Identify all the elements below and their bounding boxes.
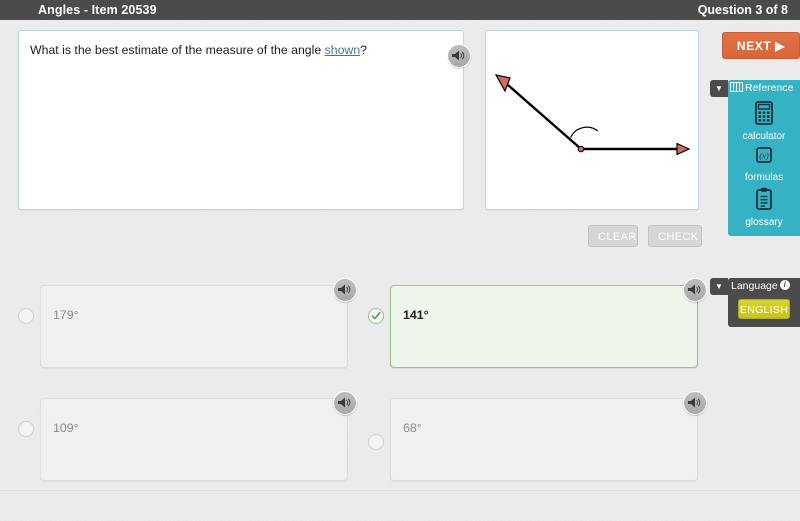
reference-panel: Reference calculator (x) formulas glossa… xyxy=(728,80,800,236)
page-title: Angles - Item 20539 xyxy=(38,3,157,17)
action-row: CLEAR CHECK xyxy=(588,225,708,249)
speaker-icon-option-d[interactable] xyxy=(683,391,707,415)
speaker-icon-option-c[interactable] xyxy=(333,391,357,415)
reference-item-calculator[interactable]: calculator xyxy=(728,97,800,142)
radio-option-b[interactable] xyxy=(368,308,384,324)
reference-item-formulas[interactable]: (x) formulas xyxy=(728,142,800,183)
question-panel: What is the best estimate of the measure… xyxy=(18,30,464,210)
question-text-after: ? xyxy=(360,43,367,57)
arrowhead-right xyxy=(676,142,691,156)
language-collapse-toggle[interactable]: ▼ xyxy=(710,278,728,295)
language-panel: Language i ENGLISH xyxy=(728,278,800,327)
next-button[interactable]: NEXT ▶ xyxy=(722,32,800,59)
reference-item-glossary[interactable]: glossary xyxy=(728,183,800,228)
speaker-icon xyxy=(688,397,701,408)
reference-item-glossary-label: glossary xyxy=(745,217,783,228)
reference-collapse-toggle[interactable]: ▼ xyxy=(710,80,728,97)
svg-text:(x): (x) xyxy=(759,150,769,160)
speaker-icon-option-a[interactable] xyxy=(333,278,357,302)
language-header: Language i xyxy=(728,278,800,295)
speaker-icon-option-b[interactable] xyxy=(683,278,707,302)
question-text-before: What is the best estimate of the measure… xyxy=(30,43,325,57)
check-button[interactable]: CHECK xyxy=(648,225,702,247)
speaker-icon xyxy=(338,397,351,408)
check-icon xyxy=(371,312,381,320)
speaker-icon xyxy=(338,284,351,295)
option-a[interactable]: 179° xyxy=(40,285,348,368)
vertex-point xyxy=(577,145,585,153)
reference-item-calculator-label: calculator xyxy=(742,131,786,142)
arrowhead-upleft xyxy=(494,74,511,93)
assessment-app: Angles - Item 20539 Question 3 of 8 What… xyxy=(0,0,800,521)
option-c[interactable]: 109° xyxy=(40,398,348,481)
option-c-label: 109° xyxy=(53,421,79,435)
reference-title: Reference xyxy=(745,82,794,94)
info-icon[interactable]: i xyxy=(779,280,790,291)
reference-icon xyxy=(730,82,743,93)
speaker-icon xyxy=(688,284,701,295)
language-english-button[interactable]: ENGLISH xyxy=(738,299,790,319)
figure-panel xyxy=(485,30,699,210)
speaker-icon xyxy=(452,50,465,61)
angle-arc xyxy=(570,126,599,138)
calculator-icon xyxy=(755,101,773,125)
radio-option-a[interactable] xyxy=(18,308,34,324)
reference-item-formulas-label: formulas xyxy=(744,172,784,183)
ray-upleft xyxy=(507,84,582,150)
question-shown-link[interactable]: shown xyxy=(325,43,361,57)
option-b[interactable]: 141° xyxy=(390,285,698,368)
option-a-label: 179° xyxy=(53,308,79,322)
right-sidebar: NEXT ▶ ▼ Reference calculator (x) formul… xyxy=(710,20,800,521)
question-text: What is the best estimate of the measure… xyxy=(30,42,450,58)
angle-diagram xyxy=(494,74,691,156)
speaker-icon-question[interactable] xyxy=(447,44,471,68)
option-d-label: 68° xyxy=(403,421,422,435)
option-d[interactable]: 68° xyxy=(390,398,698,481)
clear-button[interactable]: CLEAR xyxy=(588,225,638,247)
radio-option-d[interactable] xyxy=(368,434,384,450)
radio-option-c[interactable] xyxy=(18,421,34,437)
app-header: Angles - Item 20539 Question 3 of 8 xyxy=(0,0,800,20)
reference-header: Reference xyxy=(728,80,800,97)
glossary-icon xyxy=(756,187,772,210)
option-b-label: 141° xyxy=(403,308,429,322)
footer-divider xyxy=(0,490,800,491)
question-counter: Question 3 of 8 xyxy=(697,3,788,17)
main-content: What is the best estimate of the measure… xyxy=(0,20,710,521)
formulas-icon: (x) xyxy=(756,147,772,163)
language-title: Language xyxy=(731,280,778,292)
